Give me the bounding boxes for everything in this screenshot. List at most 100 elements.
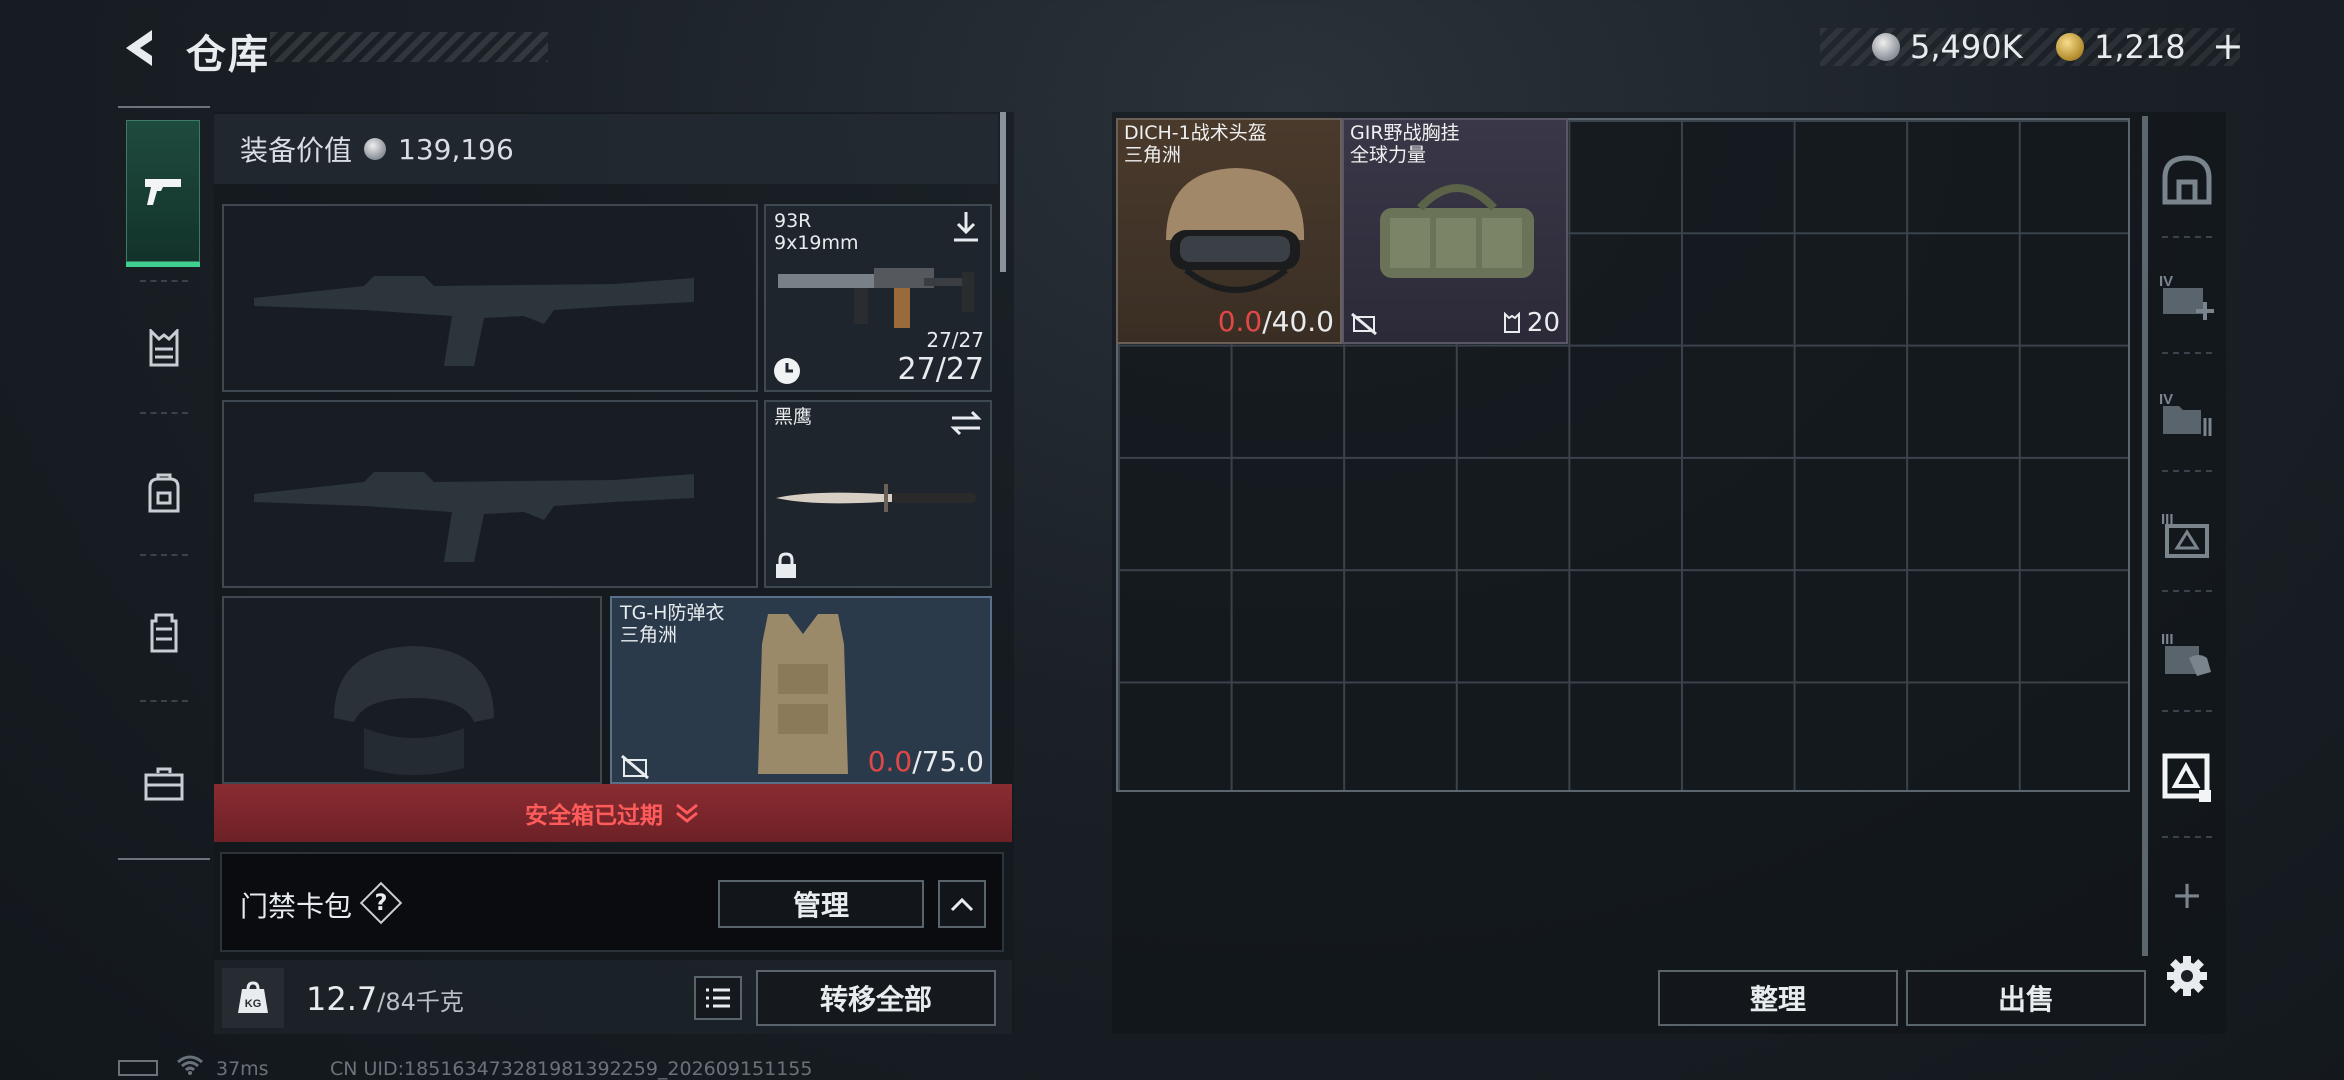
chest-rig-icon: [149, 329, 179, 367]
stash-item-chest-rig[interactable]: GIR野战胸挂 全球力量 20: [1342, 118, 1568, 344]
case-selected-icon: [2162, 753, 2211, 802]
silver-coin-icon: [364, 138, 387, 160]
add-gold-button[interactable]: +: [2212, 24, 2244, 68]
briefcase-icon: [144, 767, 184, 801]
sell-button[interactable]: 出售: [1906, 970, 2146, 1026]
case-iii-tab[interactable]: III: [2150, 484, 2224, 584]
safebox-expired-bar[interactable]: 安全箱已过期: [214, 784, 1012, 842]
equipment-tabs: [118, 106, 210, 860]
sort-button[interactable]: 整理: [1658, 970, 1898, 1026]
gold-currency: 1,218: [2056, 28, 2186, 66]
case-iv-folder-icon: IV: [2159, 391, 2212, 436]
helmet-slot[interactable]: [222, 596, 602, 784]
stash-scrollbar[interactable]: [2142, 116, 2148, 956]
helmet-durability-current: 0.0: [1217, 305, 1263, 338]
helmet-silhouette-icon: [334, 646, 494, 775]
back-button[interactable]: [118, 26, 160, 70]
sidearm-name: 93R: [774, 210, 812, 232]
safebox-expired-label: 安全箱已过期: [525, 803, 663, 829]
safe-box-icon: [2162, 155, 2212, 205]
equipment-value-label: 装备价值: [240, 134, 353, 167]
gold-amount: 1,218: [2094, 28, 2186, 66]
safe-box-tab[interactable]: [2150, 130, 2224, 230]
case-iv-add-icon: IV: [2159, 273, 2214, 320]
tab-backpack[interactable]: [118, 428, 210, 558]
armor-vest-image: [758, 614, 848, 774]
svg-text:KG: KG: [245, 998, 262, 1010]
case-iii-icon: III: [2161, 511, 2209, 558]
tab-weapons[interactable]: [126, 120, 200, 267]
gear-icon: [2167, 956, 2207, 996]
equipment-value: 139,196: [398, 132, 514, 166]
collapse-button[interactable]: [938, 880, 986, 928]
uid-text: CN UID:185163473281981392259_20260915115…: [330, 1058, 813, 1080]
melee-slot[interactable]: 黑鹰: [764, 400, 992, 588]
weight-current: 12.7: [306, 980, 378, 1018]
svg-text:III: III: [2161, 631, 2174, 648]
chest-rig-image: [1380, 184, 1534, 278]
wifi-icon: [176, 1054, 204, 1080]
transfer-all-button[interactable]: 转移全部: [756, 970, 996, 1026]
backpack-icon: [148, 473, 180, 513]
equipment-value-bar: 装备价值 139,196: [214, 114, 998, 184]
clock-icon: [774, 358, 800, 384]
case-iv-folder-tab[interactable]: IV: [2150, 364, 2224, 464]
kg-weight-icon: KG: [238, 981, 268, 1013]
vest-icon: [150, 613, 178, 653]
pistol-93r-image: [778, 268, 974, 328]
stash-item-helmet[interactable]: DICH-1战术头盔 三角洲 0.0/40.0: [1116, 118, 1342, 344]
title-decoration: [270, 32, 548, 62]
page-title: 仓库: [186, 32, 270, 78]
svg-text:IV: IV: [2159, 391, 2173, 408]
sidearm-caliber: 9x19mm: [774, 232, 859, 254]
download-icon[interactable]: [950, 210, 982, 244]
swap-icon[interactable]: [950, 410, 982, 436]
svg-text:IV: IV: [2159, 273, 2173, 290]
case-iv-add-tab[interactable]: IV: [2150, 246, 2224, 346]
ping-text: 37ms: [216, 1058, 269, 1080]
rifle-silhouette-icon: [254, 472, 694, 562]
chevron-up-icon: [950, 897, 974, 912]
case-iii-hand-icon: III: [2161, 631, 2211, 676]
pistol-icon: [145, 179, 181, 205]
armor-name: TG-H防弹衣: [620, 602, 725, 624]
silver-amount: 5,490K: [1910, 28, 2023, 66]
sidearm-ammo-small: 27/27: [926, 328, 984, 352]
secondary-weapon-slot[interactable]: [222, 400, 758, 588]
battery-icon: [118, 1060, 158, 1076]
primary-weapon-slot[interactable]: [222, 204, 758, 392]
rig-capacity-value: 20: [1526, 308, 1560, 338]
helmet-durability: 0.0/40.0: [1218, 305, 1334, 338]
double-chevron-down-icon: [676, 803, 698, 823]
silver-currency: 5,490K: [1872, 28, 2023, 66]
armor-durability-max: /75.0: [912, 745, 984, 778]
manage-button[interactable]: 管理: [718, 880, 924, 928]
armor-slot[interactable]: TG-H防弹衣 三角洲 0.0/75.0: [610, 596, 992, 784]
add-case-button[interactable]: +: [2150, 850, 2224, 940]
weight-icon-box: KG: [222, 968, 284, 1028]
equipment-scrollbar[interactable]: [1000, 112, 1006, 272]
helmet-image: [1166, 168, 1305, 293]
case-iii-hand-tab[interactable]: III: [2150, 604, 2224, 704]
armor-durability: 0.0/75.0: [868, 745, 984, 778]
list-icon: [706, 988, 730, 1008]
sidearm-ammo: 27/27: [897, 352, 984, 387]
settings-button[interactable]: [2150, 928, 2224, 1024]
tab-case[interactable]: [118, 714, 210, 854]
rifle-silhouette-icon: [254, 276, 694, 366]
no-repair-icon: [621, 754, 649, 780]
weight-max: /84千克: [377, 988, 464, 1016]
no-repair-icon: [1351, 312, 1377, 336]
helmet-durability-max: /40.0: [1262, 305, 1334, 338]
sidearm-slot[interactable]: 93R 9x19mm 27/27 27/27: [764, 204, 992, 392]
tab-chest-rig[interactable]: [118, 298, 210, 398]
knife-image: [776, 484, 976, 512]
item-name: GIR野战胸挂: [1350, 122, 1460, 144]
chest-rig-icon: [1503, 312, 1520, 333]
tab-vest[interactable]: [118, 568, 210, 698]
item-name: DICH-1战术头盔: [1124, 122, 1267, 144]
list-view-button[interactable]: [694, 976, 742, 1020]
gold-coin-icon: [2056, 33, 2084, 61]
rig-capacity: 20: [1503, 308, 1560, 338]
case-selected-tab[interactable]: [2150, 726, 2224, 826]
